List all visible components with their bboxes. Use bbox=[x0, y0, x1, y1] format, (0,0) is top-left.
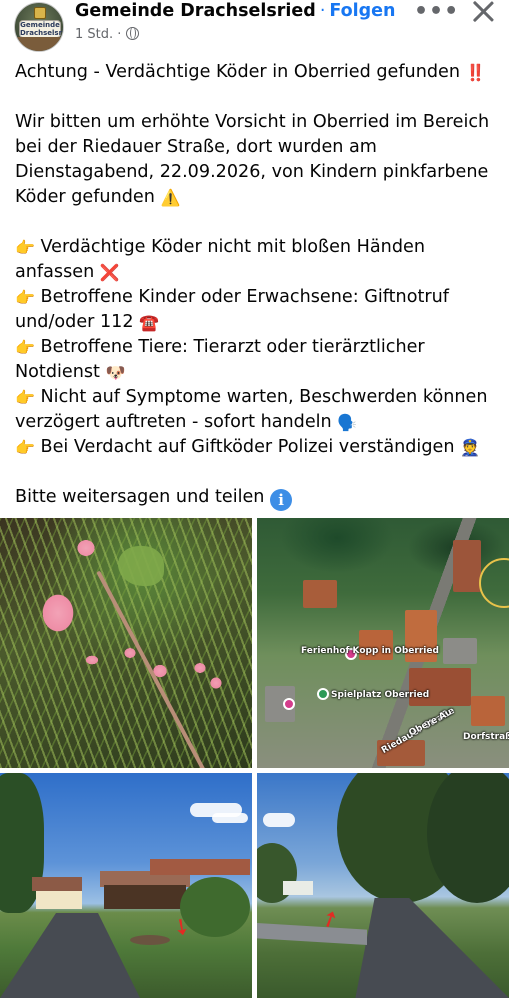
photo-satellite-map[interactable]: Ferienhof Kopp in Oberried Spielplatz Ob… bbox=[257, 518, 509, 768]
photo-street-right[interactable]: ➚ bbox=[257, 773, 509, 998]
barn-roof bbox=[150, 859, 250, 875]
pointing-hand-icon: 👉 bbox=[15, 438, 35, 457]
post-closing: Bitte weitersagen und teilen i bbox=[15, 485, 499, 511]
map-house bbox=[471, 696, 505, 726]
page-name-row: Gemeinde Drachselsried · Folgen bbox=[75, 1, 396, 21]
pointing-hand-icon: 👉 bbox=[15, 238, 35, 257]
police-officer-icon: 👮 bbox=[460, 438, 480, 457]
avatar-banner: Gemeinde Drachselsried bbox=[19, 20, 64, 38]
stick-shape bbox=[96, 570, 208, 768]
bullet-text: Betroffene Kinder oder Erwachsene: Giftn… bbox=[15, 287, 449, 332]
coat-of-arms-icon bbox=[34, 7, 46, 19]
post-intro-text: Wir bitten um erhöhte Vorsicht in Oberri… bbox=[15, 112, 490, 207]
map-house bbox=[443, 638, 477, 664]
bullet-text: Betroffene Tiere: Tierarzt oder tierärzt… bbox=[15, 337, 425, 382]
map-label-street: Obere Au bbox=[407, 707, 454, 739]
bullet-text: Bei Verdacht auf Giftköder Polizei verst… bbox=[40, 437, 455, 457]
page-avatar[interactable]: Gemeinde Drachselsried bbox=[14, 2, 64, 52]
map-label-street: Dorfstraße bbox=[463, 732, 509, 742]
photo-pink-baits[interactable] bbox=[0, 518, 252, 768]
pointing-hand-icon: 👉 bbox=[15, 388, 35, 407]
list-item: 👉 Betroffene Kinder oder Erwachsene: Gif… bbox=[15, 285, 499, 335]
post-intro: Wir bitten um erhöhte Vorsicht in Oberri… bbox=[15, 110, 499, 210]
map-label-pension: Ferienhof Kopp in Oberried bbox=[301, 646, 439, 656]
post-timestamp[interactable]: 1 Std. · bbox=[75, 27, 121, 42]
post-title-text: Achtung - Verdächtige Köder in Oberried … bbox=[15, 62, 460, 82]
more-options-button[interactable]: ••• bbox=[414, 0, 459, 24]
map-pin-icon bbox=[283, 698, 295, 710]
list-item: 👉 Betroffene Tiere: Tierarzt oder tierär… bbox=[15, 335, 499, 385]
pointing-hand-icon: 👉 bbox=[15, 338, 35, 357]
follow-button[interactable]: Folgen bbox=[329, 1, 395, 21]
globe-icon bbox=[125, 27, 139, 40]
manhole-shape bbox=[130, 935, 170, 945]
information-icon: i bbox=[270, 489, 293, 511]
map-house bbox=[303, 580, 337, 608]
telephone-icon: ☎️ bbox=[139, 313, 160, 332]
leaf-shape bbox=[118, 546, 164, 586]
photo-street-left[interactable]: ➘ bbox=[0, 773, 252, 998]
list-item: 👉 Bei Verdacht auf Giftköder Polizei ver… bbox=[15, 435, 499, 460]
post-title: Achtung - Verdächtige Köder in Oberried … bbox=[15, 60, 499, 85]
map-highlight-circle bbox=[479, 558, 509, 608]
post-body: Achtung - Verdächtige Köder in Oberried … bbox=[15, 58, 499, 511]
post-header: Gemeinde Drachselsried Gemeinde Drachsel… bbox=[0, 0, 509, 56]
house-shape bbox=[283, 881, 313, 895]
barn-shape bbox=[36, 891, 82, 909]
cloud-shape bbox=[212, 813, 248, 823]
pointing-hand-icon: 👉 bbox=[15, 288, 35, 307]
map-house bbox=[409, 668, 471, 706]
map-house bbox=[453, 540, 481, 592]
cross-mark-icon: ❌ bbox=[99, 263, 120, 282]
list-item: 👉 Nicht auf Symptome warten, Beschwerden… bbox=[15, 385, 499, 435]
map-pin-icon bbox=[317, 688, 329, 700]
barn-shape bbox=[104, 885, 186, 909]
warning-icon: ⚠️ bbox=[160, 188, 181, 207]
path-shape bbox=[257, 923, 367, 945]
road-shape bbox=[0, 913, 140, 998]
bullet-text: Nicht auf Symptome warten, Beschwerden k… bbox=[15, 387, 488, 432]
post-meta: 1 Std. · bbox=[75, 27, 139, 42]
page-name-link[interactable]: Gemeinde Drachselsried bbox=[75, 1, 316, 21]
barn-roof bbox=[32, 877, 82, 891]
separator-dot: · bbox=[319, 1, 326, 21]
dog-face-icon: 🐶 bbox=[105, 363, 126, 382]
cloud-shape bbox=[263, 813, 295, 827]
map-label-playground: Spielplatz Oberried bbox=[331, 690, 430, 700]
double-exclamation-icon: ‼️ bbox=[465, 63, 486, 82]
speaking-head-icon: 🗣️ bbox=[337, 413, 358, 432]
post-closing-text: Bitte weitersagen und teilen bbox=[15, 487, 265, 507]
bullet-text: Verdächtige Köder nicht mit bloßen Hände… bbox=[15, 237, 425, 282]
road-shape bbox=[355, 898, 509, 998]
list-item: 👉 Verdächtige Köder nicht mit bloßen Hän… bbox=[15, 235, 499, 285]
avatar-ground bbox=[15, 37, 63, 51]
close-icon[interactable] bbox=[470, 0, 496, 24]
